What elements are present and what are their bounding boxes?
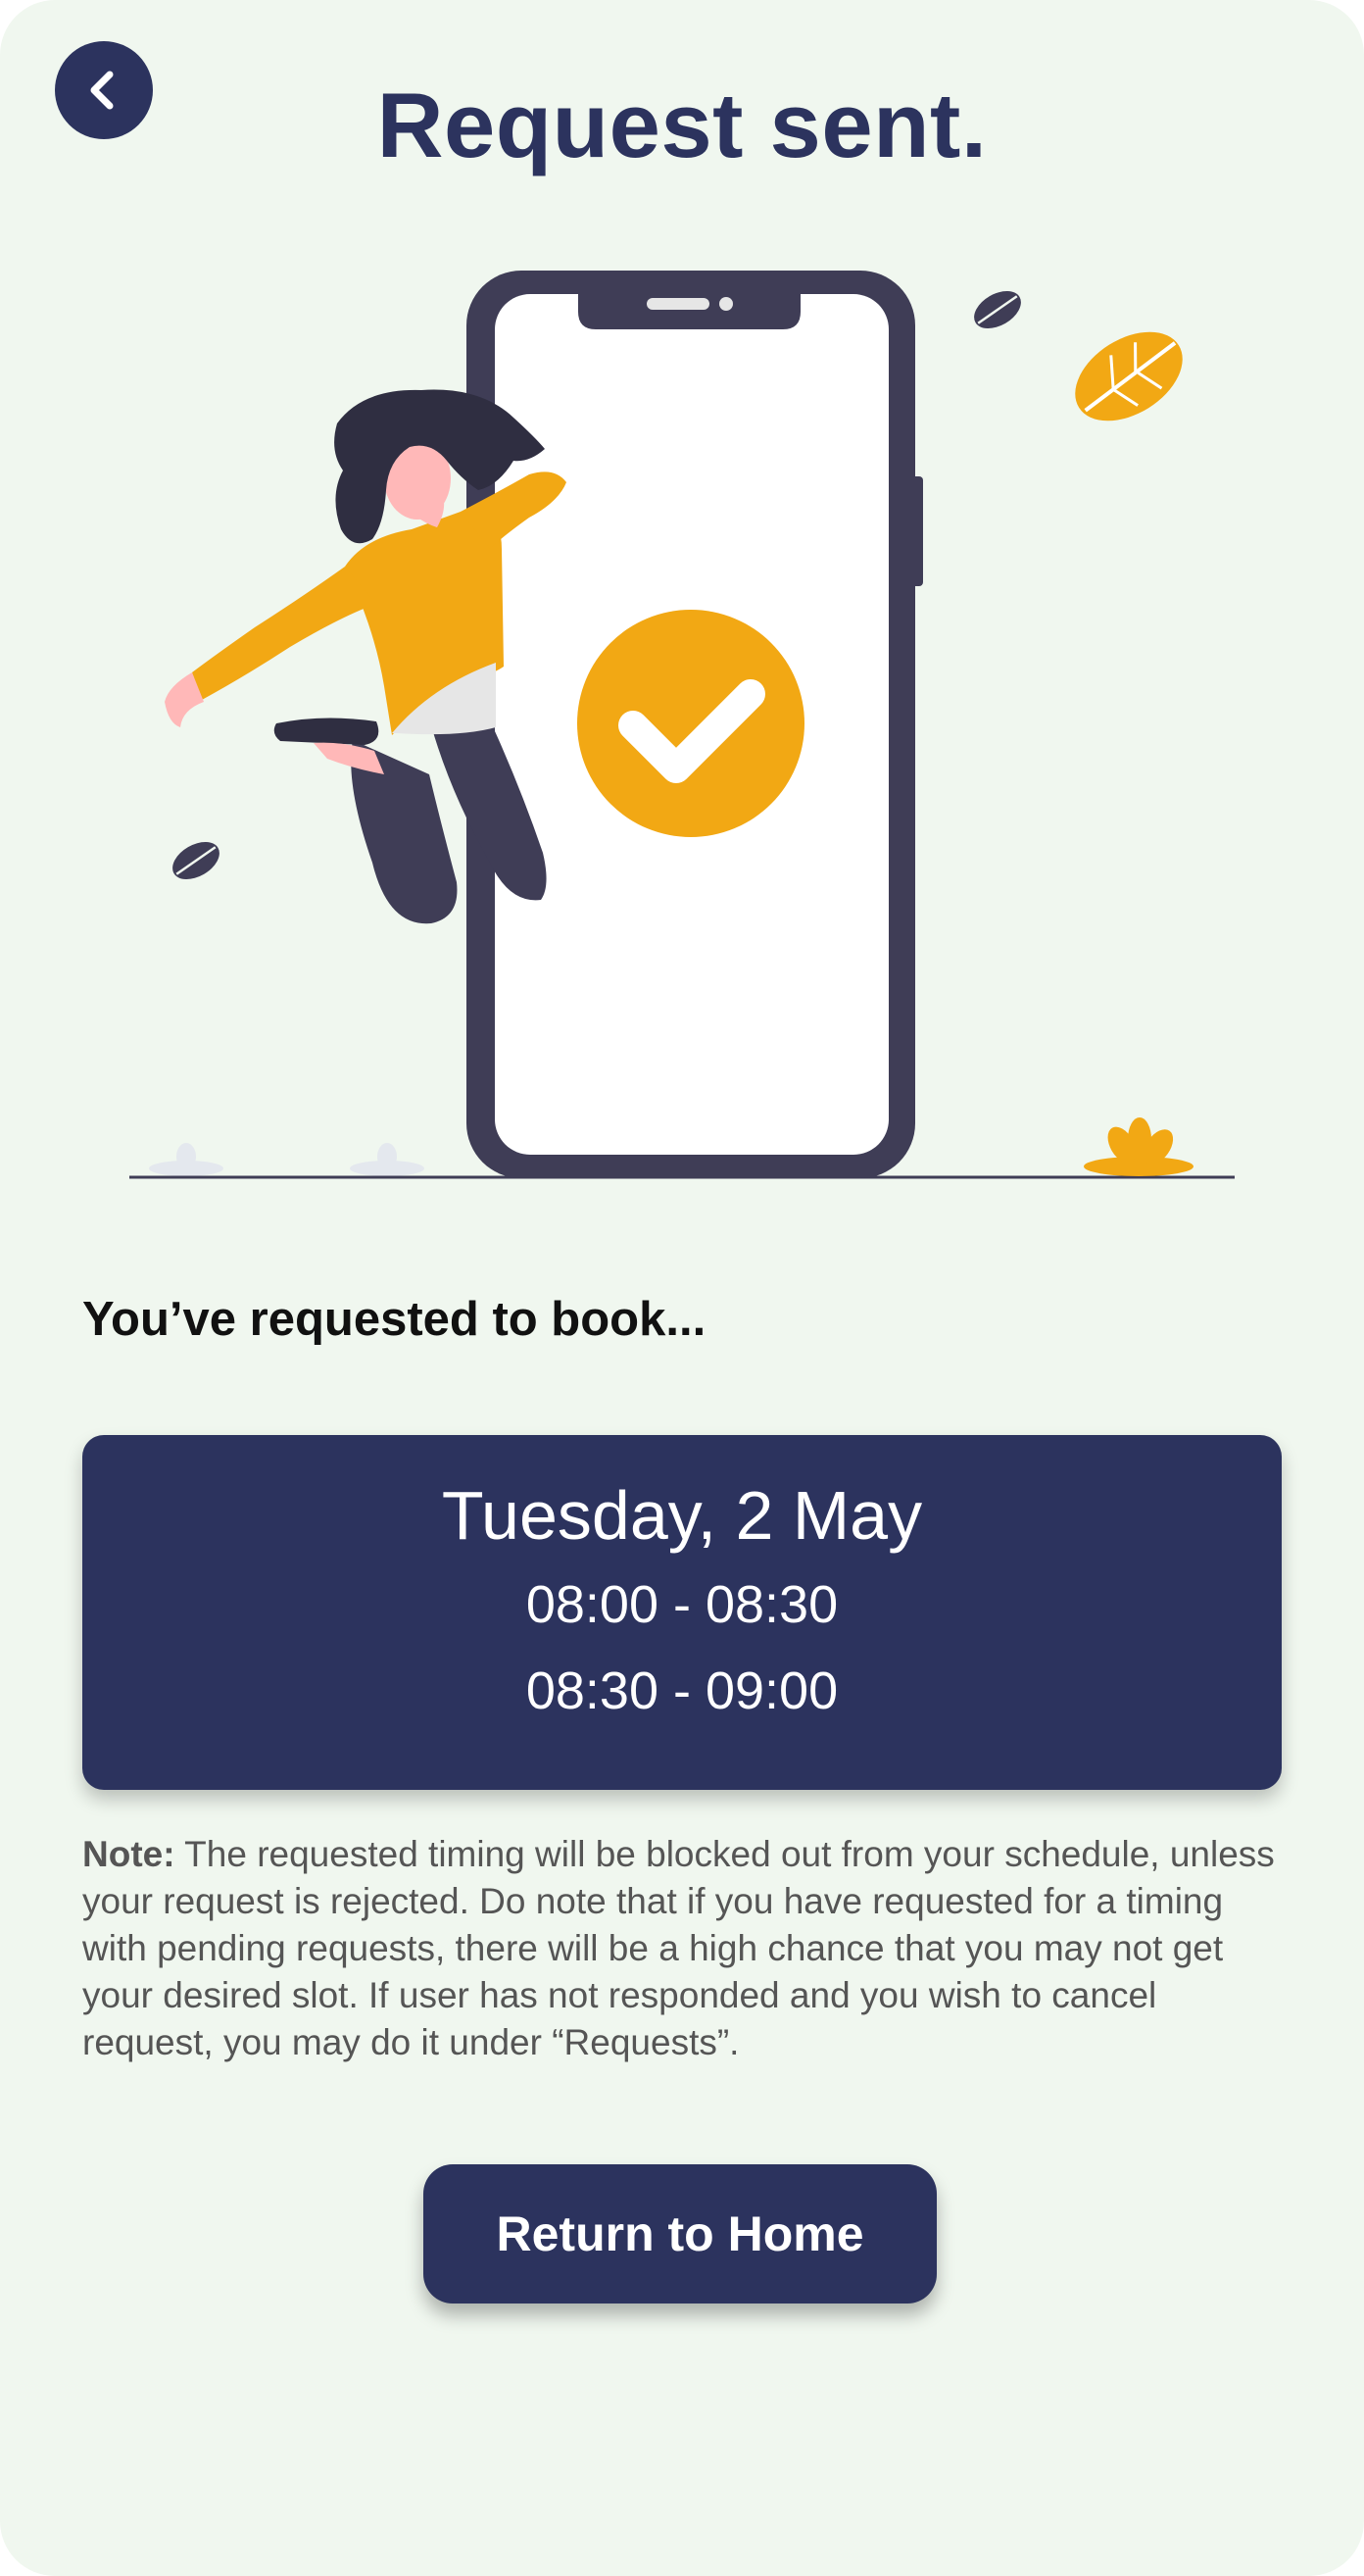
return-home-button[interactable]: Return to Home (423, 2164, 937, 2304)
phone-check-illustration (129, 271, 1235, 1179)
note-label: Note: (82, 1834, 175, 1874)
time-slot: 08:30 - 09:00 (525, 1661, 839, 1720)
ground-plant-left (149, 1143, 424, 1176)
phone-camera (719, 297, 733, 311)
ground-plant-right (1084, 1117, 1194, 1176)
leaf-dark-left (172, 842, 219, 879)
phone-speaker (647, 298, 709, 310)
time-slot: 08:00 - 08:30 (525, 1575, 839, 1634)
booking-summary-card: Tuesday, 2 May 08:00 - 08:30 08:30 - 09:… (82, 1435, 1282, 1790)
booking-date: Tuesday, 2 May (441, 1477, 923, 1554)
leaf-orange (1075, 331, 1183, 421)
note-text: The requested timing will be blocked out… (82, 1834, 1275, 2062)
booking-heading: You’ve requested to book... (82, 1293, 706, 1346)
phone-notch (578, 292, 801, 329)
note-paragraph: Note: The requested timing will be block… (82, 1831, 1288, 2066)
leaf-dark-top (974, 291, 1021, 328)
request-sent-screen: Request sent. You’ve requested to book..… (0, 0, 1364, 2576)
check-circle (577, 610, 804, 837)
phone-side-button (911, 476, 923, 586)
